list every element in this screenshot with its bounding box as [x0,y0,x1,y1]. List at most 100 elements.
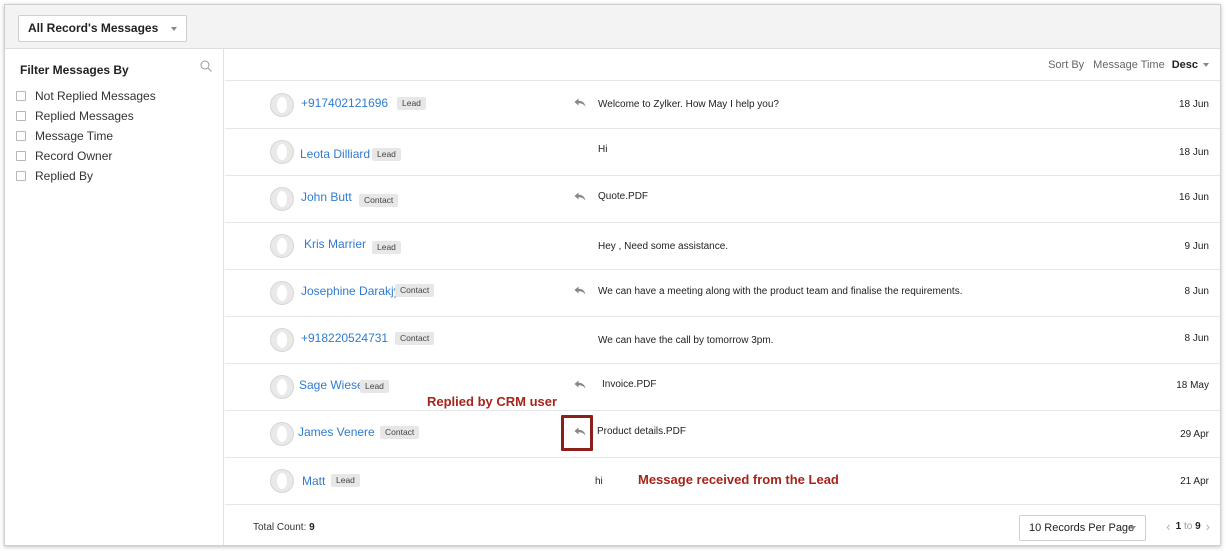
annotation-received-from-lead: Message received from the Lead [638,472,839,487]
message-text: We can have the call by tomorrow 3pm. [598,335,774,346]
filter-label: Not Replied Messages [35,89,156,103]
list-footer: Total Count: 9 10 Records Per Page ‹ 1 t… [225,506,1220,545]
message-row[interactable]: Kris Marrier Lead Hey , Need some assist… [225,223,1220,270]
total-count-value: 9 [309,522,315,533]
reply-icon [574,98,586,107]
checkbox[interactable] [16,151,26,161]
record-type-badge: Contact [359,194,399,207]
record-type-badge: Contact [380,426,420,439]
avatar [270,281,294,305]
message-list: +917402121696 Lead Welcome to Zylker. Ho… [225,82,1220,505]
message-date: 18 Jun [1178,99,1209,110]
view-selector-dropdown[interactable]: All Record's Messages [18,15,188,42]
message-text: Invoice.PDF [602,379,657,390]
page-range: 1 to 9 [1176,521,1201,532]
message-row[interactable]: John Butt Contact Quote.PDF 16 Jun [225,176,1220,223]
checkbox[interactable] [16,111,26,121]
reply-icon [574,192,586,201]
range-start: 1 [1175,521,1182,532]
message-row[interactable]: +918220524731 Contact We can have the ca… [225,317,1220,364]
reply-icon [574,380,586,389]
message-text: Product details.PDF [597,426,686,437]
record-type-badge: Lead [372,241,401,254]
filter-message-time[interactable]: Message Time [16,126,156,146]
message-date: 18 Jun [1178,147,1209,158]
record-name-link[interactable]: Josephine Darakjy [301,284,400,298]
record-type-badge: Lead [360,380,389,393]
record-name-link[interactable]: Matt [302,474,325,488]
message-text: Quote.PDF [598,191,649,202]
total-count-label: Total Count: [253,522,307,533]
avatar [270,469,294,493]
filter-list: Not Replied Messages Replied Messages Me… [16,86,156,186]
message-row[interactable]: +917402121696 Lead Welcome to Zylker. Ho… [225,82,1220,129]
next-page-icon[interactable]: › [1206,520,1210,533]
total-count: Total Count: 9 [253,522,315,533]
record-type-badge: Lead [331,474,360,487]
records-per-page-dropdown[interactable]: 10 Records Per Page [1019,515,1146,541]
record-name-link[interactable]: Sage Wiese [299,378,364,392]
message-date: 8 Jun [1184,286,1209,297]
checkbox[interactable] [16,91,26,101]
message-date: 16 Jun [1178,192,1209,203]
message-date: 9 Jun [1184,241,1209,252]
sort-order-selector[interactable]: Desc [1172,59,1209,71]
sort-field-selector[interactable]: Message Time [1093,59,1165,71]
filter-replied-by[interactable]: Replied By [16,166,156,186]
record-type-badge: Lead [372,148,401,161]
avatar [270,422,294,446]
pagination: ‹ 1 to 9 › [1166,520,1210,533]
message-text: hi [595,476,603,487]
record-name-link[interactable]: +917402121696 [301,96,388,110]
filter-replied[interactable]: Replied Messages [16,106,156,126]
record-name-link[interactable]: Leota Dilliard [300,147,370,161]
messages-window: All Record's Messages Filter Messages By… [4,4,1221,546]
range-separator: to [1183,521,1193,532]
chevron-down-icon [1203,63,1209,67]
checkbox[interactable] [16,171,26,181]
annotation-highlight-box [561,415,593,451]
filter-label: Record Owner [35,149,113,163]
message-row[interactable]: Josephine Darakjy Contact We can have a … [225,270,1220,317]
range-end: 9 [1195,521,1201,532]
record-name-link[interactable]: Kris Marrier [304,237,366,251]
filter-record-owner[interactable]: Record Owner [16,146,156,166]
record-type-badge: Contact [395,284,435,297]
message-text: Welcome to Zylker. How May I help you? [598,99,779,110]
chevron-down-icon [1130,526,1136,530]
record-name-link[interactable]: +918220524731 [301,331,388,345]
avatar [270,234,294,258]
filter-title: Filter Messages By [20,63,129,77]
filter-label: Replied Messages [35,109,134,123]
records-per-page-label: 10 Records Per Page [1029,522,1135,534]
message-row[interactable]: James Venere Contact Product details.PDF… [225,411,1220,458]
message-row[interactable]: Leota Dilliard Lead Hi 18 Jun [225,129,1220,176]
message-text: Hi [598,144,608,155]
search-icon[interactable] [200,60,212,72]
message-text: Hey , Need some assistance. [598,241,729,252]
checkbox[interactable] [16,131,26,141]
message-date: 29 Apr [1180,429,1209,440]
avatar [270,140,294,164]
message-row[interactable]: Sage Wiese Lead Invoice.PDF 18 May [225,364,1220,411]
sort-order-label: Desc [1171,59,1198,71]
top-toolbar: All Record's Messages [5,5,1220,49]
record-type-badge: Contact [395,332,435,345]
record-name-link[interactable]: James Venere [298,425,375,439]
filter-sidebar: Filter Messages By Not Replied Messages … [5,49,224,545]
annotation-replied-by-crm: Replied by CRM user [427,394,558,409]
prev-page-icon[interactable]: ‹ [1166,520,1170,533]
sort-controls: Sort By Message Time Desc [1048,59,1209,71]
avatar [270,93,294,117]
message-text: We can have a meeting along with the pro… [598,286,963,297]
reply-icon [574,286,586,295]
message-date: 21 Apr [1180,476,1209,487]
filter-not-replied[interactable]: Not Replied Messages [16,86,156,106]
view-selector-label: All Record's Messages [28,21,159,35]
avatar [270,187,294,211]
record-name-link[interactable]: John Butt [301,190,352,204]
avatar [270,375,294,399]
message-date: 18 May [1176,380,1209,391]
record-type-badge: Lead [397,97,426,110]
sort-bar: Sort By Message Time Desc [225,49,1220,81]
